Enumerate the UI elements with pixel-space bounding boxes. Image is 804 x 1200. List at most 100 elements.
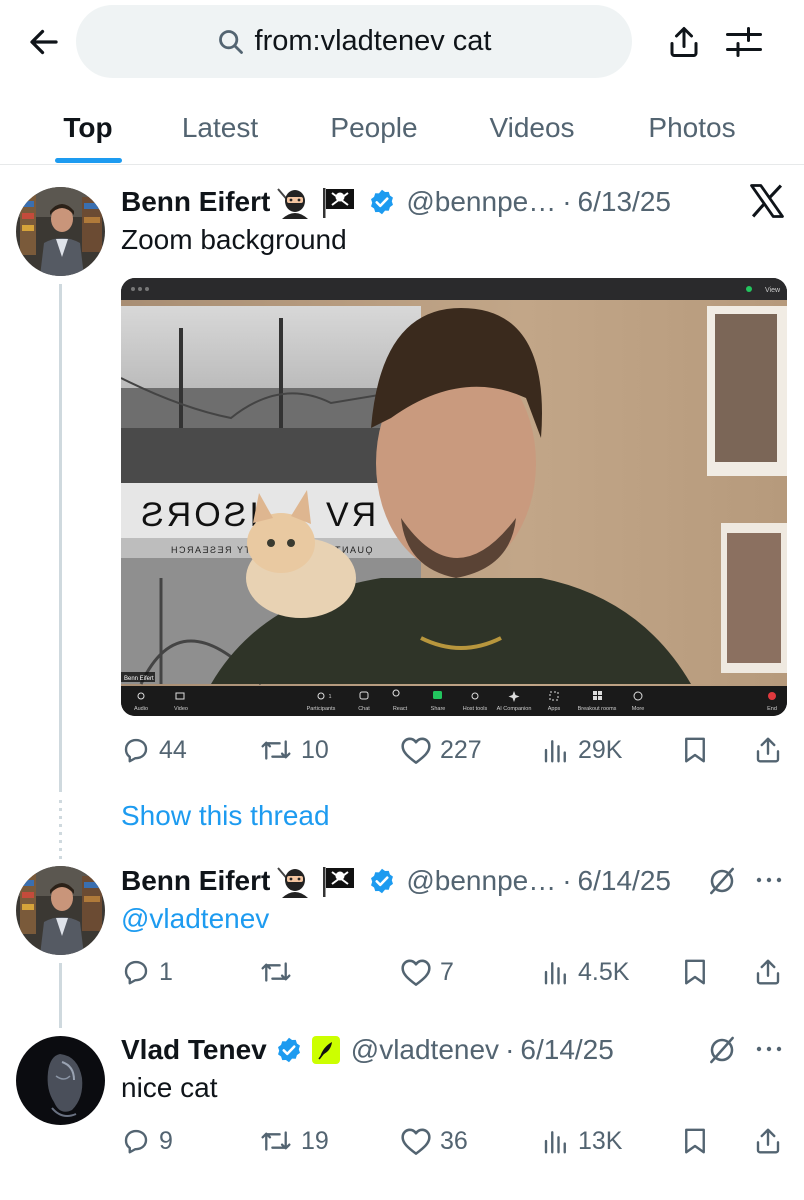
author-handle[interactable]: @bennpe…: [406, 186, 556, 218]
reply-icon: [124, 960, 148, 985]
thread-line: [59, 284, 62, 792]
media-bg-text-2: VЯ: [326, 496, 379, 534]
tab-videos[interactable]: Videos: [468, 95, 596, 161]
author-handle[interactable]: @vladtenev: [351, 1034, 499, 1066]
verified-badge-icon: [275, 1036, 303, 1064]
reply-count: 44: [159, 735, 187, 764]
arrow-left-icon: [30, 29, 58, 55]
toolbar-audio-label: Audio: [134, 706, 148, 712]
grok-icon[interactable]: [706, 1034, 738, 1066]
toolbar-react-label: React: [393, 706, 408, 712]
reply-count: 1: [159, 957, 173, 986]
share-search-button[interactable]: [662, 20, 706, 64]
tab-latest[interactable]: Latest: [160, 95, 280, 161]
active-tab-indicator: [55, 158, 122, 163]
search-icon: [218, 29, 243, 54]
pirate-flag-emoji-icon: [320, 185, 358, 219]
pirate-flag-emoji-icon: [320, 864, 358, 898]
reply-icon: [124, 738, 148, 763]
share-button[interactable]: [753, 952, 783, 992]
tweet-actions: 1 7 4.5K: [121, 952, 787, 992]
views-button[interactable]: 13K: [542, 1121, 622, 1161]
sliders-icon: [726, 27, 762, 57]
more-options-button[interactable]: [754, 872, 784, 888]
tweet-actions: 44 10 227 29K: [121, 730, 787, 770]
search-query: from:vladtenev cat: [254, 25, 492, 57]
tab-top[interactable]: Top: [44, 95, 132, 161]
toolbar-participants-label: Participants: [307, 706, 336, 712]
bookmark-button[interactable]: [681, 1121, 709, 1161]
search-filters-button[interactable]: [720, 20, 768, 64]
reply-button[interactable]: 1: [121, 952, 173, 992]
tab-photos[interactable]: Photos: [626, 95, 758, 161]
avatar-benn-eifert[interactable]: [16, 187, 105, 276]
like-button[interactable]: 36: [400, 1121, 468, 1161]
media-view-label: View: [765, 287, 781, 294]
participant-count: 1: [328, 694, 331, 700]
tweet-date[interactable]: 6/14/25: [578, 865, 671, 897]
repost-icon: [261, 1131, 291, 1151]
repost-button[interactable]: 19: [259, 1121, 329, 1161]
reply-button[interactable]: 44: [121, 730, 187, 770]
author-handle[interactable]: @bennpe…: [406, 865, 556, 897]
repost-count: 19: [301, 1126, 329, 1155]
repost-button[interactable]: [259, 952, 301, 992]
tweet-text: Zoom background: [121, 224, 347, 255]
toolbar-end-label: End: [767, 706, 777, 712]
more-dots-icon: [756, 877, 782, 883]
views-chart-icon: [544, 740, 566, 763]
more-dots-icon: [756, 1046, 782, 1052]
repost-count: 10: [301, 735, 329, 764]
toolbar-more-label: More: [632, 706, 645, 712]
share-icon: [756, 959, 780, 985]
reply-icon: [124, 1129, 148, 1154]
views-chart-icon: [544, 962, 566, 985]
views-chart-icon: [544, 1131, 566, 1154]
toolbar-share-label: Share: [431, 706, 446, 712]
tweet-header: Benn Eifert @bennpe… · 6/13/25: [121, 182, 671, 222]
tweet-text-mention[interactable]: @vladtenev: [121, 903, 269, 935]
verified-badge-icon: [368, 867, 396, 895]
separator-dot: ·: [562, 186, 572, 217]
share-button[interactable]: [753, 1121, 783, 1161]
ninja-emoji-icon: [276, 864, 314, 898]
view-count: 4.5K: [578, 957, 630, 986]
tweet-text: nice cat: [121, 1072, 218, 1103]
views-button[interactable]: 4.5K: [542, 952, 629, 992]
show-thread-link[interactable]: Show this thread: [121, 800, 330, 832]
author-name[interactable]: Vlad Tenev: [121, 1034, 267, 1066]
back-button[interactable]: [22, 20, 66, 64]
bookmark-button[interactable]: [681, 952, 709, 992]
more-options-button[interactable]: [754, 1041, 784, 1057]
heart-icon: [401, 959, 431, 986]
like-button[interactable]: 227: [400, 730, 482, 770]
grok-icon[interactable]: [706, 865, 738, 897]
tweet-header: Benn Eifert @bennpe… · 6/14/25: [121, 861, 671, 901]
tweet-media-zoom-screenshot[interactable]: View ƧЯOƧI VЯ HƆЯAƎƧƎЯ YTI ITИAUϘ Benn E…: [121, 278, 787, 716]
bookmark-icon: [685, 1128, 705, 1154]
author-name[interactable]: Benn Eifert: [121, 186, 270, 218]
avatar-vlad-tenev[interactable]: [16, 1036, 105, 1125]
views-button[interactable]: 29K: [542, 730, 622, 770]
separator-dot: ·: [505, 1034, 515, 1065]
tweet-actions: 9 19 36 13K: [121, 1121, 787, 1161]
ninja-emoji-icon: [276, 185, 314, 219]
author-name[interactable]: Benn Eifert: [121, 865, 270, 897]
share-button[interactable]: [753, 730, 783, 770]
tab-people[interactable]: People: [310, 95, 438, 161]
like-button[interactable]: 7: [400, 952, 454, 992]
toolbar-host-tools-label: Host tools: [463, 706, 488, 712]
bookmark-icon: [685, 959, 705, 985]
tweet-date[interactable]: 6/14/25: [520, 1034, 613, 1066]
search-input[interactable]: from:vladtenev cat: [76, 5, 632, 78]
reply-button[interactable]: 9: [121, 1121, 173, 1161]
heart-icon: [401, 1128, 431, 1155]
avatar-benn-eifert[interactable]: [16, 866, 105, 955]
tweet-date[interactable]: 6/13/25: [578, 186, 671, 218]
repost-button[interactable]: 10: [259, 730, 329, 770]
heart-icon: [401, 737, 431, 764]
share-icon: [756, 1128, 780, 1154]
repost-icon: [261, 740, 291, 760]
media-name-tag: Benn Eifert: [124, 676, 154, 682]
bookmark-button[interactable]: [681, 730, 709, 770]
